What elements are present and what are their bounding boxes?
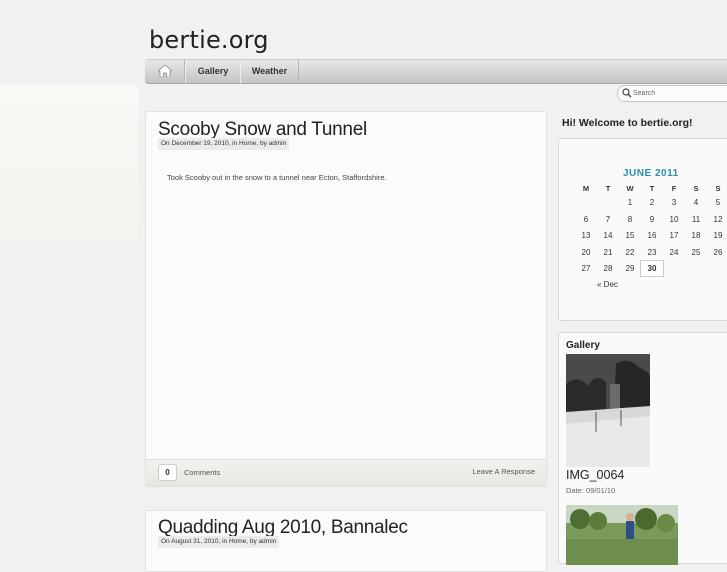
calendar-widget: JUNE 2011 M T W T F S S 1 2 3 4 5 6 7 8 9 10 11 12 13 14 15 16… xyxy=(558,138,727,321)
welcome-heading: Hi! Welcome to bertie.org! xyxy=(562,117,693,129)
gallery-image-date: Date: 09/01/10 xyxy=(566,486,616,495)
search-input[interactable] xyxy=(633,87,727,99)
search-box xyxy=(617,85,727,102)
post-meta: On August 31, 2010, in Home, by admin xyxy=(158,536,280,548)
calendar-day: 5 xyxy=(715,198,721,207)
calendar-day: 3 xyxy=(671,198,677,207)
calendar-weekday: S xyxy=(715,184,721,193)
calendar-day: 13 xyxy=(581,231,591,240)
nav-weather[interactable]: Weather xyxy=(240,60,299,83)
gallery-image-title[interactable]: IMG_0064 xyxy=(566,468,624,482)
leave-response-link[interactable]: Leave A Response xyxy=(472,467,535,476)
calendar-day: 11 xyxy=(691,214,701,224)
calendar-day: 19 xyxy=(713,231,723,240)
gallery-thumbnail[interactable] xyxy=(566,505,678,565)
comments-label[interactable]: Comments xyxy=(184,468,220,477)
calendar-day: 2 xyxy=(649,198,655,207)
calendar-day: 6 xyxy=(583,214,589,224)
garden-photo xyxy=(566,505,678,565)
calendar-caption: JUNE 2011 xyxy=(623,168,679,179)
calendar-day: 9 xyxy=(649,214,655,224)
calendar-weekday: T xyxy=(649,184,655,193)
post-excerpt: Took Scooby out in the snow to a tunnel … xyxy=(167,173,387,182)
background-band xyxy=(0,85,138,240)
calendar-day: 15 xyxy=(625,231,635,240)
calendar-day: 25 xyxy=(691,247,701,257)
calendar-day: 29 xyxy=(625,264,635,273)
gallery-thumbnail[interactable] xyxy=(566,354,650,467)
calendar-day-today: 30 xyxy=(640,260,664,277)
calendar-day: 17 xyxy=(669,231,679,240)
calendar-day: 24 xyxy=(669,247,679,257)
calendar-day: 20 xyxy=(581,247,591,257)
calendar-day: 18 xyxy=(691,231,701,240)
nav-home-button[interactable] xyxy=(145,60,185,83)
calendar-day: 22 xyxy=(625,247,635,257)
snow-photo xyxy=(566,354,650,467)
calendar-prev-link[interactable]: « Dec xyxy=(597,280,618,289)
site-title[interactable]: bertie.org xyxy=(149,26,269,54)
calendar-weekday: S xyxy=(693,184,699,193)
calendar-day: 21 xyxy=(603,247,613,257)
calendar-day: 16 xyxy=(647,231,657,240)
calendar-day: 1 xyxy=(627,198,633,207)
calendar-weekday: F xyxy=(671,184,677,193)
calendar-weekday: W xyxy=(626,184,634,193)
calendar-day: 10 xyxy=(669,214,679,224)
post-card: Scooby Snow and Tunnel On December 19, 2… xyxy=(145,111,547,487)
gallery-title: Gallery xyxy=(566,340,600,351)
post-card: Quadding Aug 2010, Bannalec On August 31… xyxy=(145,510,547,572)
post-meta: On December 19, 2010, in Home, by admin xyxy=(158,138,290,150)
calendar-weekday: T xyxy=(605,184,611,193)
calendar-day: 28 xyxy=(603,264,613,273)
home-icon xyxy=(156,64,173,78)
search-icon xyxy=(622,88,632,98)
calendar-day: 4 xyxy=(693,198,699,207)
calendar-day: 7 xyxy=(605,214,611,224)
nav-gallery[interactable]: Gallery xyxy=(185,60,241,83)
calendar-day: 12 xyxy=(713,214,723,224)
gallery-widget: Gallery IMG_0064 Date: 09/01/10 xyxy=(558,332,727,565)
calendar-day: 26 xyxy=(713,247,723,257)
calendar-day: 23 xyxy=(647,247,657,257)
post-footer: 0 Comments Leave A Response xyxy=(146,459,546,486)
calendar-weekday: M xyxy=(582,184,590,193)
comment-count-badge[interactable]: 0 xyxy=(158,464,177,481)
calendar-day: 27 xyxy=(581,264,591,273)
calendar-day: 8 xyxy=(627,214,633,224)
calendar-day: 14 xyxy=(603,231,613,240)
main-navigation: Gallery Weather xyxy=(145,59,727,84)
